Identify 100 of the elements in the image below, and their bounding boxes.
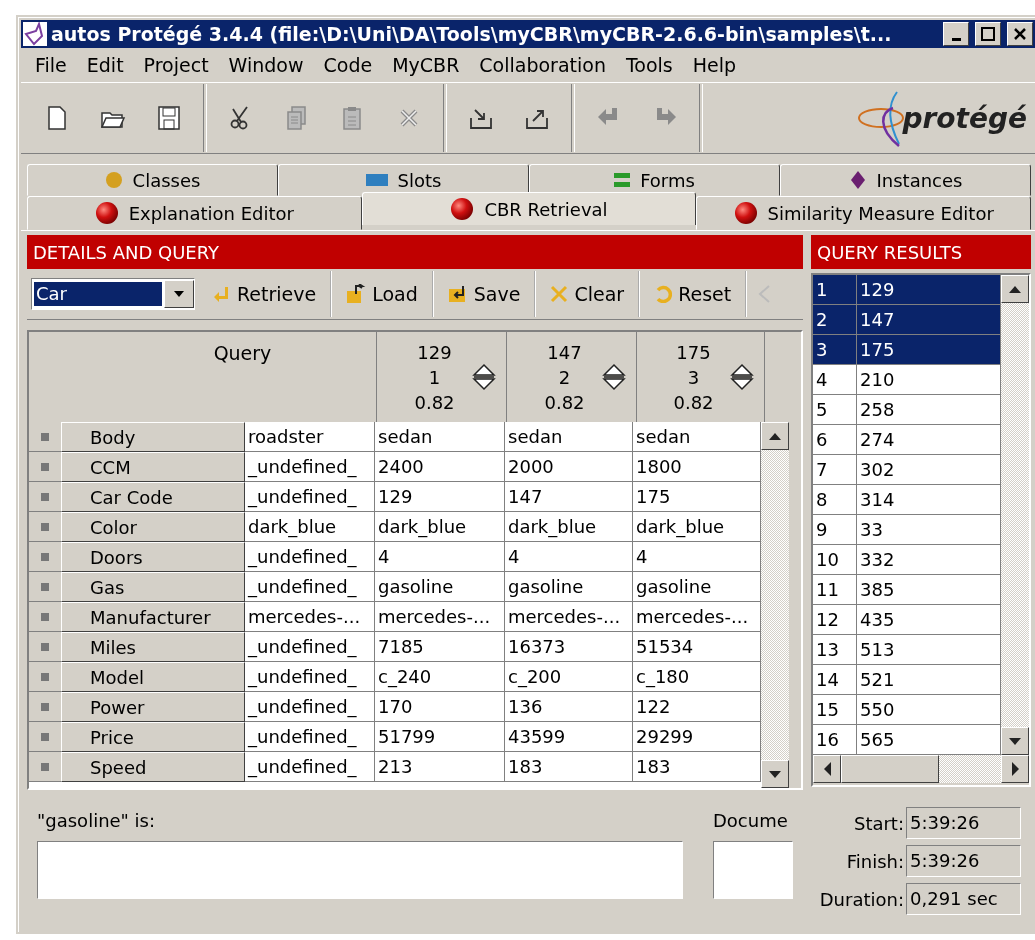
table-cell: sedan: [505, 422, 633, 452]
table-cell: mercedes-...: [245, 602, 375, 632]
attribute-button[interactable]: Car Code: [61, 482, 245, 512]
toolbar-button[interactable]: Retrieve: [199, 271, 333, 317]
attribute-button[interactable]: Doors: [61, 542, 245, 572]
attribute-button[interactable]: Gas: [61, 572, 245, 602]
case-rank: 1: [428, 366, 441, 388]
folder-arrow-icon: [346, 284, 367, 304]
table-cell[interactable]: 147: [857, 305, 1001, 335]
table-cell[interactable]: 7: [813, 455, 857, 485]
toolbar-button[interactable]: Clear: [536, 271, 641, 317]
square-icon: [41, 552, 49, 561]
explanation-label: "gasoline" is:: [37, 810, 157, 831]
menu-item[interactable]: File: [25, 54, 77, 76]
attribute-button[interactable]: Color: [61, 512, 245, 542]
menu-item[interactable]: Tools: [615, 54, 683, 76]
panel-header: DETAILS AND QUERY: [27, 235, 803, 269]
table-cell[interactable]: 3: [813, 335, 857, 365]
rectangle-icon: [365, 174, 388, 186]
scroll-down-button[interactable]: [761, 760, 789, 788]
maximize-icon: [981, 27, 995, 41]
menu-item[interactable]: Edit: [76, 54, 134, 76]
table-cell: 16373: [505, 632, 633, 662]
attribute-button[interactable]: Price: [61, 722, 245, 752]
scroll-down-button[interactable]: [1001, 727, 1029, 755]
table-cell[interactable]: 4: [813, 365, 857, 395]
table-cell[interactable]: 15: [813, 695, 857, 725]
table-cell[interactable]: 129: [857, 275, 1001, 305]
attribute-button[interactable]: Manufacturer: [61, 602, 245, 632]
scroll-left-button[interactable]: [813, 755, 841, 783]
close-icon: [1013, 27, 1027, 41]
attribute-button[interactable]: Miles: [61, 632, 245, 662]
tab[interactable]: Instances: [780, 164, 1031, 196]
table-cell[interactable]: 10: [813, 545, 857, 575]
table-cell[interactable]: 12: [813, 605, 857, 635]
case-id: 147: [547, 341, 582, 363]
ball-icon: [450, 197, 475, 221]
attribute-button[interactable]: Model: [61, 662, 245, 692]
scroll-up-button[interactable]: [761, 422, 789, 450]
tab[interactable]: Similarity Measure Editor: [696, 196, 1031, 230]
menu-item[interactable]: Code: [313, 54, 383, 76]
menu-item[interactable]: Project: [133, 54, 219, 76]
minimize-button[interactable]: [943, 22, 969, 46]
text-area[interactable]: [713, 841, 793, 899]
table-cell[interactable]: 5: [813, 395, 857, 425]
case-rank: 3: [687, 366, 700, 388]
table-cell: _undefined_: [245, 572, 375, 602]
toolbar-button[interactable]: Reset: [640, 271, 748, 317]
close-button[interactable]: [1007, 22, 1033, 46]
table-cell[interactable]: 14: [813, 665, 857, 695]
table-cell: _undefined_: [245, 452, 375, 482]
folder-arrow-icon: [447, 284, 468, 304]
square-icon: [41, 672, 49, 681]
class-dropdown[interactable]: Car: [31, 278, 195, 310]
scroll-up-button[interactable]: [1001, 275, 1029, 303]
sort-icon[interactable]: [472, 362, 496, 392]
table-cell: dark_blue: [375, 512, 505, 542]
maximize-button[interactable]: [975, 22, 1001, 46]
attribute-button[interactable]: Body: [61, 422, 245, 452]
toolbar-button[interactable]: Load: [332, 271, 434, 317]
table-cell[interactable]: 1: [813, 275, 857, 305]
table-cell[interactable]: 175: [857, 335, 1001, 365]
toolbar-button[interactable]: Save: [433, 271, 537, 317]
ball-icon: [733, 201, 758, 225]
scrollbar[interactable]: [761, 422, 789, 788]
save-icon[interactable]: [155, 104, 183, 132]
table-cell: 2400: [375, 452, 505, 482]
scrollbar[interactable]: [1001, 275, 1029, 755]
table-cell[interactable]: 9: [813, 515, 857, 545]
menu-item[interactable]: MyCBR: [382, 54, 470, 76]
menu-item[interactable]: Help: [682, 54, 747, 76]
case-rank: 2: [558, 366, 571, 388]
tab[interactable]: Explanation Editor: [27, 196, 362, 230]
table-cell[interactable]: 2: [813, 305, 857, 335]
table-cell[interactable]: 6: [813, 425, 857, 455]
square-icon: [41, 522, 49, 531]
triangle-icon: [1009, 285, 1021, 293]
menu-item[interactable]: Collaboration: [469, 54, 616, 76]
menu-item[interactable]: Window: [218, 54, 314, 76]
table-cell: dark_blue: [245, 512, 375, 542]
sort-icon[interactable]: [730, 362, 754, 392]
window-title: autos Protégé 3.4.4 (file:\D:\Uni\DA\Tools\myCBR\myCBR-2.6.6-bin\samples\t...: [51, 23, 893, 45]
scroll-right-button[interactable]: [1001, 755, 1029, 783]
table-cell: dark_blue: [505, 512, 633, 542]
horizontal-scrollbar[interactable]: [813, 755, 1029, 783]
scrollbar-thumb[interactable]: [841, 755, 939, 783]
field-label: Duration:: [819, 888, 904, 910]
sort-icon[interactable]: [602, 362, 626, 392]
square-icon: [41, 732, 49, 741]
tab[interactable]: Classes: [27, 164, 278, 196]
table-cell[interactable]: 8: [813, 485, 857, 515]
tab[interactable]: CBR Retrieval: [361, 192, 697, 225]
minimize-icon: [951, 37, 961, 41]
attribute-button[interactable]: Power: [61, 692, 245, 722]
attribute-button[interactable]: Speed: [61, 752, 245, 782]
table-cell: 43599: [505, 722, 633, 752]
table-cell[interactable]: 13: [813, 635, 857, 665]
table-cell[interactable]: 11: [813, 575, 857, 605]
time-field: 0,291 sec: [906, 883, 1021, 915]
attribute-button[interactable]: CCM: [61, 452, 245, 482]
